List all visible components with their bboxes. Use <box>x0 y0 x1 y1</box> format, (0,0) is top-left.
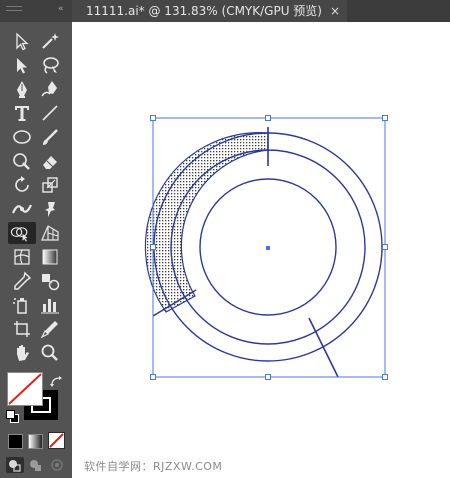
tools-panel-header[interactable]: « <box>0 0 72 22</box>
ellipse-tool-icon[interactable] <box>10 126 34 148</box>
lasso-tool-icon[interactable] <box>38 54 62 76</box>
hand-tool-icon[interactable] <box>10 342 34 364</box>
collapse-panel-icon[interactable]: « <box>58 4 68 14</box>
line-segment-tool-icon[interactable] <box>38 102 62 124</box>
gradient-mode-button[interactable] <box>28 434 43 449</box>
draw-normal-button[interactable] <box>6 457 24 473</box>
shape-builder-tool-icon[interactable] <box>8 222 36 244</box>
paintbrush-tool-icon[interactable] <box>38 126 62 148</box>
handle-top-center[interactable] <box>265 115 271 121</box>
handle-top-right[interactable] <box>382 115 388 121</box>
scale-tool-icon[interactable] <box>38 174 62 196</box>
artwork <box>144 115 388 380</box>
handle-middle-left[interactable] <box>150 244 156 250</box>
type-tool-icon[interactable] <box>10 102 34 124</box>
document-tab[interactable]: 11111.ai* @ 131.83% (CMYK/GPU 预览) × <box>72 0 347 22</box>
draw-behind-button[interactable] <box>27 457 45 473</box>
center-point <box>266 246 270 250</box>
swap-fill-stroke-icon[interactable] <box>50 372 64 387</box>
direct-selection-tool-icon[interactable] <box>10 54 34 76</box>
handle-bottom-right[interactable] <box>382 374 388 380</box>
selection-tool-icon[interactable] <box>10 30 34 52</box>
artboard-canvas[interactable] <box>72 22 450 478</box>
color-mode-button[interactable] <box>8 434 23 449</box>
mesh-tool-icon[interactable] <box>10 246 34 268</box>
none-mode-button[interactable] <box>48 432 65 449</box>
artboard-tool-icon[interactable] <box>10 318 34 340</box>
rotate-tool-icon[interactable] <box>10 174 34 196</box>
blend-tool-icon[interactable] <box>38 270 62 292</box>
eyedropper-tool-icon[interactable] <box>10 270 34 292</box>
watermark-text: 软件自学网：RJZXW.COM <box>84 460 223 473</box>
default-fill-stroke-icon[interactable] <box>6 410 19 423</box>
tools-panel: « <box>0 0 72 478</box>
magic-wand-tool-icon[interactable] <box>38 30 62 52</box>
handle-middle-right[interactable] <box>382 244 388 250</box>
width-tool-icon[interactable] <box>10 198 34 220</box>
gradient-tool-icon[interactable] <box>38 246 62 268</box>
panel-grip-icon[interactable] <box>6 6 22 11</box>
dotted-ring-segment[interactable] <box>144 132 269 313</box>
fill-swatch[interactable] <box>7 372 43 406</box>
pen-tool-icon[interactable] <box>10 78 34 100</box>
slice-tool-icon[interactable] <box>38 318 62 340</box>
symbol-sprayer-tool-icon[interactable] <box>10 294 34 316</box>
eraser-tool-icon[interactable] <box>38 150 62 172</box>
perspective-grid-tool-icon[interactable] <box>38 222 62 244</box>
draw-inside-button[interactable] <box>48 457 66 473</box>
puppet-warp-tool-icon[interactable] <box>38 198 62 220</box>
close-icon[interactable]: × <box>330 0 340 22</box>
zoom-tool-icon[interactable] <box>38 342 62 364</box>
column-graph-tool-icon[interactable] <box>38 294 62 316</box>
document-tab-title: 11111.ai* @ 131.83% (CMYK/GPU 预览) <box>86 4 322 18</box>
handle-bottom-center[interactable] <box>265 374 271 380</box>
handle-top-left[interactable] <box>150 115 156 121</box>
curvature-tool-icon[interactable] <box>38 78 62 100</box>
shaper-tool-icon[interactable] <box>10 150 34 172</box>
document-tab-bar: 11111.ai* @ 131.83% (CMYK/GPU 预览) × <box>72 0 450 22</box>
handle-bottom-left[interactable] <box>150 374 156 380</box>
